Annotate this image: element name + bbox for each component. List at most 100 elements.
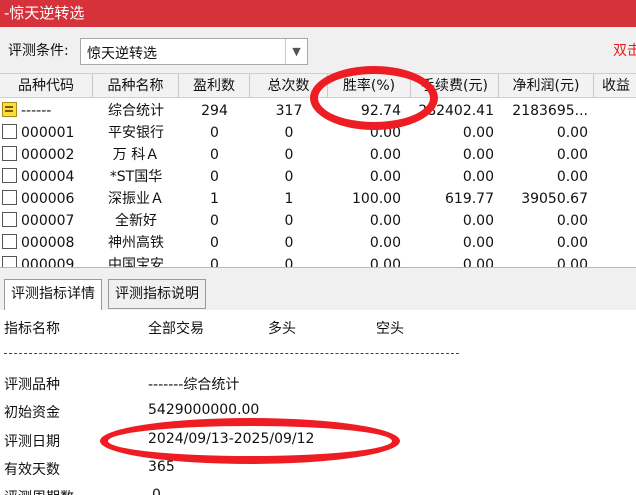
table-row[interactable]: 000008 神州高铁 0 0 0.00 0.00 0.00 bbox=[0, 232, 636, 254]
col-header-winrate[interactable]: 胜率(%) bbox=[328, 74, 411, 98]
tab-indicator-details[interactable]: 评测指标详情 bbox=[4, 279, 102, 311]
row-fee: 282402.41 bbox=[418, 103, 494, 119]
detail-header-name: 指标名称 bbox=[4, 321, 60, 337]
condition-bar: 评测条件: 惊天逆转选 ▼ 双击 bbox=[0, 27, 636, 73]
row-winrate: 0.00 bbox=[369, 235, 401, 251]
row-total: 1 bbox=[284, 191, 294, 207]
row-code: ------ bbox=[21, 103, 52, 119]
detail-label: 评测日期 bbox=[4, 434, 60, 450]
detail-value: 0 bbox=[152, 487, 161, 495]
row-profit: 0.00 bbox=[556, 257, 588, 267]
row-name: 神州高铁 bbox=[108, 235, 164, 251]
row-winrate: 0.00 bbox=[369, 147, 401, 163]
col-header-code[interactable]: 品种代码 bbox=[0, 74, 93, 98]
row-total: 0 bbox=[284, 235, 294, 251]
row-name: 平安银行 bbox=[108, 125, 164, 141]
stock-row-icon bbox=[2, 124, 17, 139]
divider bbox=[4, 353, 459, 354]
detail-label: 有效天数 bbox=[4, 462, 60, 478]
row-profit: 0.00 bbox=[556, 147, 588, 163]
double-click-link[interactable]: 双击 bbox=[613, 40, 636, 60]
detail-header-short: 空头 bbox=[376, 321, 404, 337]
row-fee: 0.00 bbox=[462, 169, 494, 185]
condition-value: 惊天逆转选 bbox=[87, 46, 157, 62]
col-header-fee[interactable]: 手续费(元) bbox=[411, 74, 499, 98]
row-name: 万 科Ａ bbox=[112, 147, 160, 163]
tab-indicator-explanation[interactable]: 评测指标说明 bbox=[108, 279, 206, 309]
detail-value: 5429000000.00 bbox=[148, 402, 260, 418]
row-total: 0 bbox=[284, 147, 294, 163]
row-code: 000001 bbox=[21, 125, 75, 141]
detail-label: 评测周期数 bbox=[4, 487, 74, 495]
row-wins: 0 bbox=[210, 257, 219, 267]
table-header: 品种代码 品种名称 盈利数 总次数 胜率(%) 手续费(元) 净利润(元) 收益 bbox=[0, 73, 636, 98]
table-row[interactable]: 000001 平安银行 0 0 0.00 0.00 0.00 bbox=[0, 122, 636, 144]
row-fee: 0.00 bbox=[462, 147, 494, 163]
row-winrate: 100.00 bbox=[352, 191, 401, 207]
row-code: 000008 bbox=[21, 235, 75, 251]
folder-highlight-icon bbox=[2, 102, 17, 117]
stock-row-icon bbox=[2, 256, 17, 267]
detail-value: 365 bbox=[148, 459, 175, 475]
table-row[interactable]: 000004 *ST国华 0 0 0.00 0.00 0.00 bbox=[0, 166, 636, 188]
window-title: -惊天逆转选 bbox=[4, 4, 85, 22]
condition-dropdown[interactable]: 惊天逆转选 ▼ bbox=[80, 38, 308, 65]
row-total: 0 bbox=[284, 213, 294, 229]
detail-label: 初始资金 bbox=[4, 405, 60, 421]
row-winrate: 0.00 bbox=[369, 213, 401, 229]
row-name: 全新好 bbox=[115, 213, 157, 229]
row-winrate: 0.00 bbox=[369, 257, 401, 267]
detail-tabs: 评测指标详情 评测指标说明 bbox=[0, 267, 636, 311]
row-fee: 0.00 bbox=[462, 257, 494, 267]
row-fee: 0.00 bbox=[462, 213, 494, 229]
window-titlebar: -惊天逆转选 bbox=[0, 0, 636, 27]
stock-row-icon bbox=[2, 190, 17, 205]
col-header-return[interactable]: 收益 bbox=[594, 74, 636, 98]
stock-row-icon bbox=[2, 168, 17, 183]
detail-header-all: 全部交易 bbox=[148, 321, 204, 337]
row-code: 000002 bbox=[21, 147, 75, 163]
row-wins: 0 bbox=[210, 147, 219, 163]
row-total: 0 bbox=[284, 169, 294, 185]
row-profit: 0.00 bbox=[556, 125, 588, 141]
row-wins: 0 bbox=[210, 169, 219, 185]
table-row[interactable]: ------ 综合统计 294 317 92.74 282402.41 2183… bbox=[0, 100, 636, 122]
row-wins: 294 bbox=[201, 103, 228, 119]
table-row[interactable]: 000002 万 科Ａ 0 0 0.00 0.00 0.00 bbox=[0, 144, 636, 166]
row-code: 000009 bbox=[21, 257, 75, 267]
stock-row-icon bbox=[2, 234, 17, 249]
col-header-wins[interactable]: 盈利数 bbox=[179, 74, 250, 98]
table-row[interactable]: 000007 全新好 0 0 0.00 0.00 0.00 bbox=[0, 210, 636, 232]
row-profit: 0.00 bbox=[556, 169, 588, 185]
row-winrate: 0.00 bbox=[369, 125, 401, 141]
detail-pane: 指标名称 全部交易 多头 空头 评测品种 -------综合统计 初始资金 54… bbox=[0, 310, 636, 495]
row-fee: 0.00 bbox=[462, 125, 494, 141]
dropdown-arrow-icon[interactable]: ▼ bbox=[285, 39, 307, 64]
detail-label: 评测品种 bbox=[4, 377, 60, 393]
row-total: 317 bbox=[275, 103, 303, 119]
row-profit: 39050.67 bbox=[521, 191, 588, 207]
row-name: 中国宝安 bbox=[108, 257, 164, 267]
row-profit: 0.00 bbox=[556, 213, 588, 229]
row-fee: 0.00 bbox=[462, 235, 494, 251]
row-wins: 0 bbox=[210, 235, 219, 251]
row-fee: 619.77 bbox=[445, 191, 494, 207]
row-winrate: 0.00 bbox=[369, 169, 401, 185]
results-table: 品种代码 品种名称 盈利数 总次数 胜率(%) 手续费(元) 净利润(元) 收益… bbox=[0, 73, 636, 267]
col-header-name[interactable]: 品种名称 bbox=[93, 74, 179, 98]
detail-header-long: 多头 bbox=[268, 321, 296, 337]
row-total: 0 bbox=[284, 125, 294, 141]
table-row[interactable]: 000006 深振业Ａ 1 1 100.00 619.77 39050.67 bbox=[0, 188, 636, 210]
col-header-profit[interactable]: 净利润(元) bbox=[499, 74, 594, 98]
row-name: 综合统计 bbox=[108, 103, 164, 119]
row-code: 000007 bbox=[21, 213, 75, 229]
table-row[interactable]: 000009 中国宝安 0 0 0.00 0.00 0.00 bbox=[0, 254, 636, 267]
row-total: 0 bbox=[284, 257, 294, 267]
row-wins: 0 bbox=[210, 125, 219, 141]
stock-row-icon bbox=[2, 212, 17, 227]
col-header-total[interactable]: 总次数 bbox=[250, 74, 328, 98]
row-winrate: 92.74 bbox=[360, 103, 401, 119]
condition-label: 评测条件: bbox=[8, 43, 69, 59]
row-code: 000006 bbox=[21, 191, 75, 207]
stock-row-icon bbox=[2, 146, 17, 161]
